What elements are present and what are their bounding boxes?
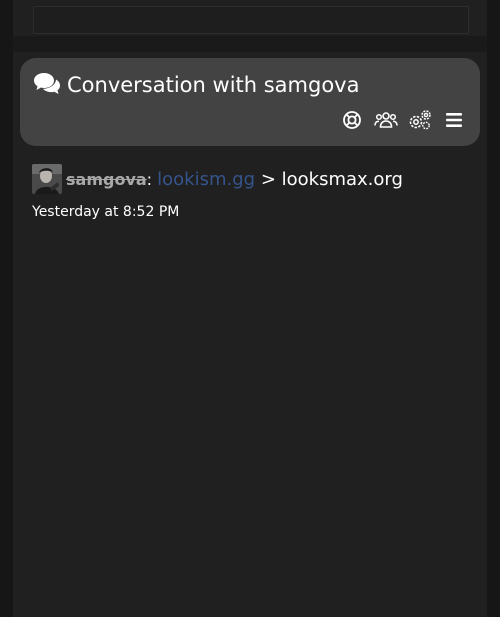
divider: [13, 36, 487, 52]
participants-icon[interactable]: [374, 108, 398, 132]
header-actions: [330, 108, 466, 132]
separator: :: [146, 170, 153, 189]
help-icon[interactable]: [340, 108, 364, 132]
conversations-icon: [33, 71, 61, 99]
timestamp: Yesterday at 8:52 PM: [32, 204, 180, 220]
page-title: Conversation with samgova: [67, 73, 360, 97]
message: samgova: lookism.gg > looksmax.org Yeste…: [32, 164, 472, 228]
conversation-header: Conversation with samgova: [20, 58, 480, 146]
search-box[interactable]: [33, 6, 469, 34]
page: Conversation with samgova samgova: looki…: [13, 0, 487, 617]
menu-icon[interactable]: [442, 108, 466, 132]
message-text: > looksmax.org: [255, 169, 403, 190]
username[interactable]: samgova: [66, 170, 147, 189]
avatar[interactable]: [32, 164, 62, 194]
settings-icon[interactable]: [408, 108, 432, 132]
title-row: Conversation with samgova: [33, 71, 359, 99]
message-link[interactable]: lookism.gg: [157, 169, 255, 190]
